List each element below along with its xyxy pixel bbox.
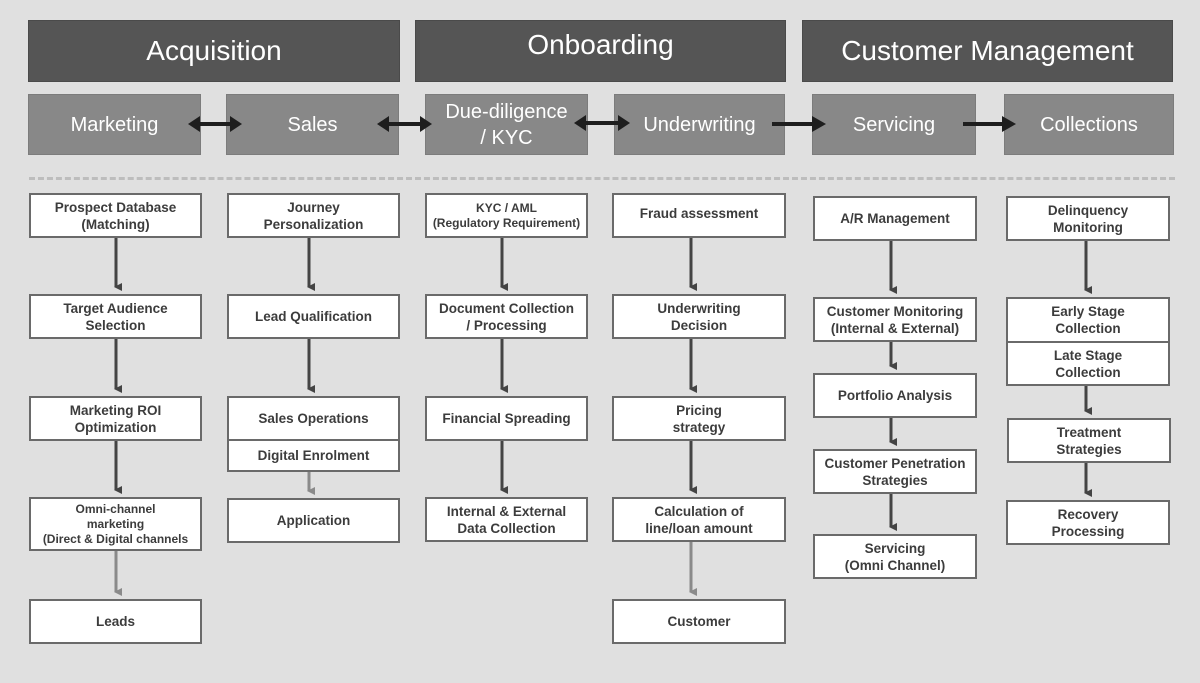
stage-marketing: Marketing <box>28 94 201 155</box>
stage-servicing: Servicing <box>812 94 976 155</box>
box-target-audience-selection: Target Audience Selection <box>29 294 202 339</box>
stage-due-diligence-kyc: Due-diligence / KYC <box>425 94 588 155</box>
box-omni-channel-marketing: Omni-channel marketing (Direct & Digital… <box>29 497 202 551</box>
box-servicing-omni-channel: Servicing (Omni Channel) <box>813 534 977 579</box>
box-delinquency-monitoring: Delinquency Monitoring <box>1006 196 1170 241</box>
box-underwriting-decision: Underwriting Decision <box>612 294 786 339</box>
box-pricing-strategy: Pricing strategy <box>612 396 786 441</box>
box-marketing-roi-optimization: Marketing ROI Optimization <box>29 396 202 441</box>
box-fraud-assessment: Fraud assessment <box>612 193 786 238</box>
box-recovery-processing: Recovery Processing <box>1006 500 1170 545</box>
box-internal-external-data: Internal & External Data Collection <box>425 497 588 542</box>
box-calculation-line-loan: Calculation of line/loan amount <box>612 497 786 542</box>
box-application: Application <box>227 498 400 543</box>
stage-underwriting: Underwriting <box>614 94 785 155</box>
phase-header-customer-management: Customer Management <box>802 20 1173 82</box>
box-journey-personalization: Journey Personalization <box>227 193 400 238</box>
box-leads: Leads <box>29 599 202 644</box>
box-treatment-strategies: Treatment Strategies <box>1007 418 1171 463</box>
box-kyc-aml: KYC / AML (Regulatory Requirement) <box>425 193 588 238</box>
box-document-collection: Document Collection / Processing <box>425 294 588 339</box>
box-lead-qualification: Lead Qualification <box>227 294 400 339</box>
box-financial-spreading: Financial Spreading <box>425 396 588 441</box>
box-digital-enrolment: Digital Enrolment <box>227 439 400 472</box>
box-sales-operations: Sales Operations <box>227 396 400 441</box>
stage-sales: Sales <box>226 94 399 155</box>
box-customer-penetration: Customer Penetration Strategies <box>813 449 977 494</box>
phase-header-onboarding: Onboarding <box>415 20 786 82</box>
box-early-stage-collection: Early Stage Collection <box>1006 297 1170 343</box>
stage-collections: Collections <box>1004 94 1174 155</box>
box-prospect-database: Prospect Database (Matching) <box>29 193 202 238</box>
box-ar-management: A/R Management <box>813 196 977 241</box>
box-customer-monitoring: Customer Monitoring (Internal & External… <box>813 297 977 342</box>
phase-header-acquisition: Acquisition <box>28 20 400 82</box>
dashed-divider <box>29 177 1175 180</box>
box-portfolio-analysis: Portfolio Analysis <box>813 373 977 418</box>
box-late-stage-collection: Late Stage Collection <box>1006 341 1170 386</box>
box-customer: Customer <box>612 599 786 644</box>
